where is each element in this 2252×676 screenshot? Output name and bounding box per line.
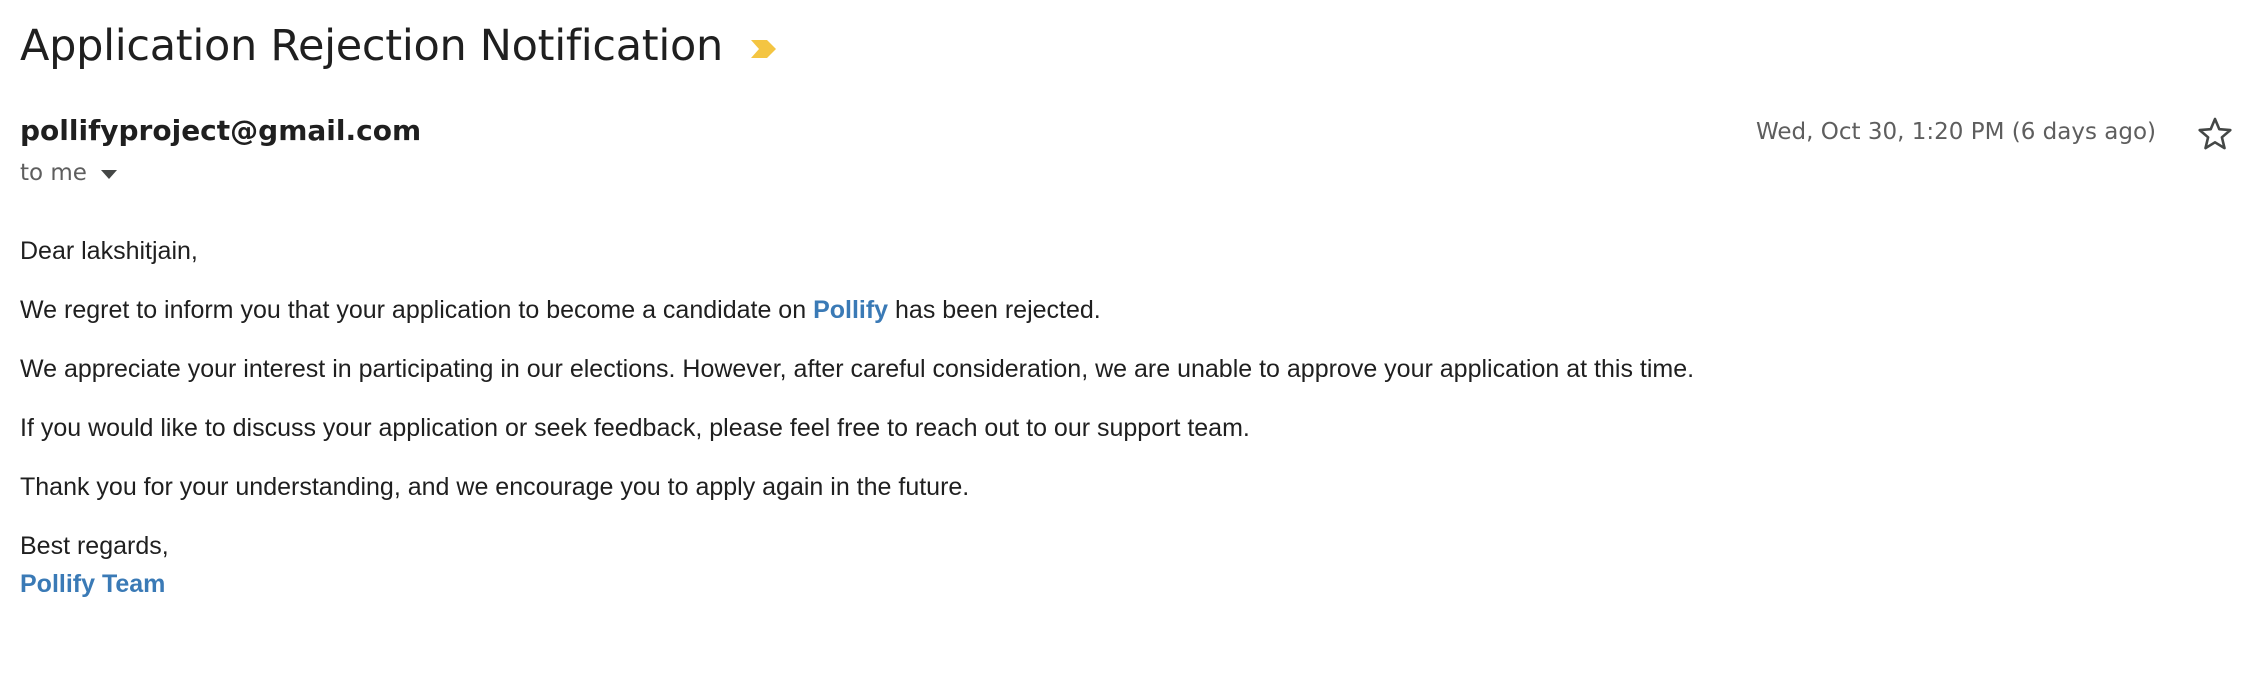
star-icon bbox=[2198, 117, 2232, 150]
subject-row: Application Rejection Notification bbox=[20, 14, 779, 78]
closing: Best regards, bbox=[20, 532, 169, 560]
chevron-down-icon[interactable] bbox=[100, 170, 117, 179]
body-paragraph: We regret to inform you that your applic… bbox=[20, 291, 1694, 329]
email-timestamp: Wed, Oct 30, 1:20 PM (6 days ago) bbox=[1756, 119, 2156, 145]
signature: Pollify Team bbox=[20, 570, 166, 598]
brand-name: Pollify bbox=[813, 296, 889, 324]
signoff: Best regards, Pollify Team bbox=[20, 527, 1694, 603]
body-paragraph: If you would like to discuss your applic… bbox=[20, 414, 1250, 442]
body-paragraph: Thank you for your understanding, and we… bbox=[20, 473, 970, 501]
body-text: We regret to inform you that your applic… bbox=[20, 296, 814, 324]
recipient-label: to me bbox=[20, 160, 87, 186]
sender-address: pollifyproject@gmail.com bbox=[20, 114, 422, 147]
importance-marker-icon[interactable] bbox=[749, 38, 779, 60]
body-text: has been rejected. bbox=[888, 296, 1101, 324]
email-body: Dear lakshitjain, We regret to inform yo… bbox=[20, 232, 1694, 603]
body-paragraph: We appreciate your interest in participa… bbox=[20, 355, 1695, 383]
star-button[interactable] bbox=[2196, 115, 2234, 153]
email-subject: Application Rejection Notification bbox=[20, 21, 723, 71]
greeting: Dear lakshitjain, bbox=[20, 237, 198, 265]
recipient-details-toggle[interactable]: to me bbox=[20, 160, 117, 186]
